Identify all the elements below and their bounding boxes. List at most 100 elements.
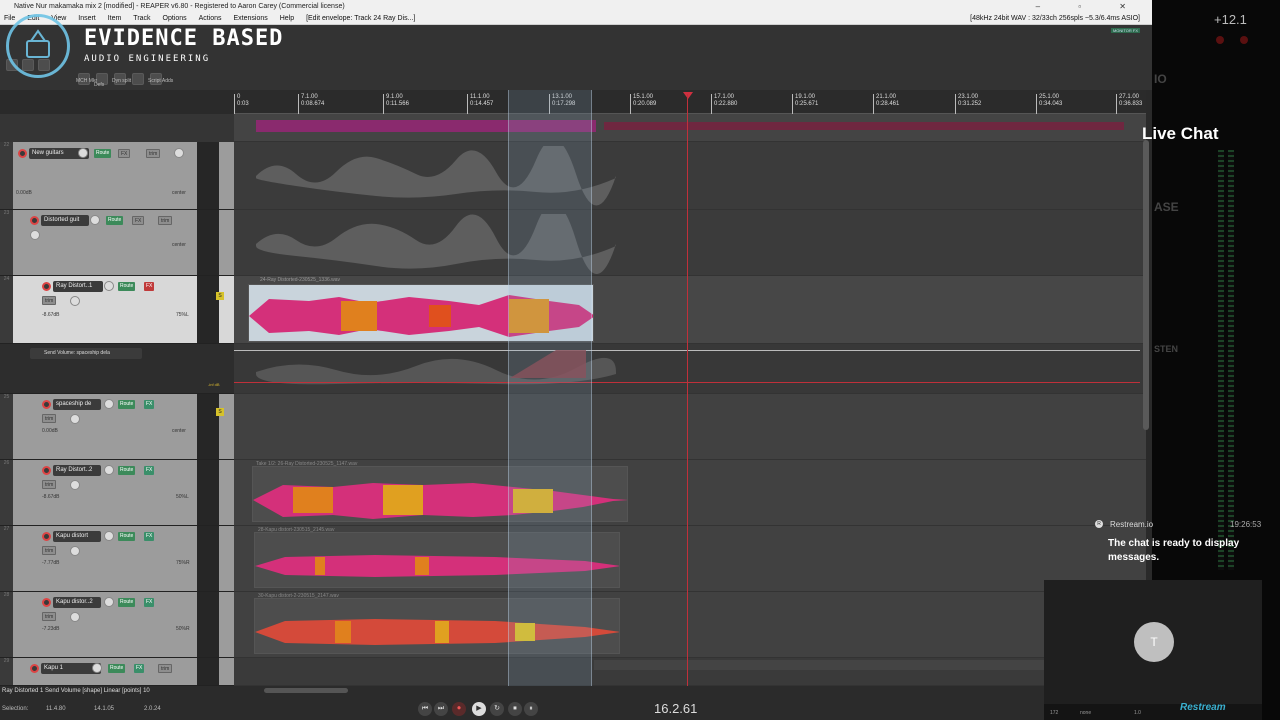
audio-status[interactable]: [48kHz 24bit WAV : 32/33ch 256spls ~5.3/… [970,13,1140,25]
time-selection[interactable] [508,90,592,686]
track-kapu-distort-2[interactable]: 28 Kapu distor..2 Route FX trim -7.23dB … [0,592,234,658]
menu-help[interactable]: Help [280,15,294,22]
pan-knob[interactable] [70,296,80,306]
lane-envelope[interactable] [234,344,1146,394]
record-arm-icon[interactable] [30,216,39,225]
record-arm-icon[interactable] [42,400,51,409]
menu-extensions[interactable]: Extensions [234,15,268,22]
vertical-scrollbar[interactable] [1143,140,1149,430]
fx-button[interactable]: FX [144,282,155,291]
menu-options[interactable]: Options [163,15,187,22]
volume-knob[interactable] [104,399,114,409]
track-new-guitars[interactable]: 22 New guitars Route FX trim 0.00dB cent… [0,142,234,210]
pan-knob[interactable] [70,546,80,556]
volume-knob[interactable] [90,215,100,225]
time-readout[interactable]: 16.2.61 [654,701,697,716]
fx-button[interactable]: FX [132,216,145,225]
monitor-fx-button[interactable]: MONITOR FX [1110,28,1140,33]
pan-knob[interactable] [70,414,80,424]
volume-knob[interactable] [104,597,114,607]
go-to-end-button[interactable]: ⏭ [434,702,448,716]
route-button[interactable]: Route [118,282,136,291]
track-name[interactable]: Ray Distort..1 [53,281,103,292]
trim-button[interactable]: trim [42,296,57,305]
track-kapu-distort[interactable]: 27 Kapu distort Route FX trim -7.77dB 75… [0,526,234,592]
selection-end[interactable]: 14.1.05 [94,706,114,712]
pan-knob[interactable] [70,612,80,622]
menu-insert[interactable]: Insert [78,15,96,22]
menu-actions[interactable]: Actions [199,15,222,22]
pan-knob[interactable] [30,230,40,240]
solo-button[interactable]: S [216,292,224,300]
lane-spaceship-delay[interactable] [234,394,1146,460]
fx-button[interactable]: FX [134,664,145,673]
menu-item[interactable]: Item [108,15,122,22]
lane-kapu-distort-2[interactable]: 30-Kapu distort-2-230515_2147.wav [234,592,1146,658]
route-button[interactable]: Route [118,598,136,607]
volume-knob[interactable] [92,663,102,673]
fx-button[interactable]: FX [144,400,155,409]
fx-button[interactable]: FX [144,532,155,541]
track-ray-distort-1[interactable]: 24 Ray Distort..1 Route FX trim -8.67dB … [0,276,234,344]
trim-button[interactable]: trim [158,216,173,225]
go-to-start-button[interactable]: ⏮ [418,702,432,716]
route-button[interactable]: Route [94,149,112,158]
track-distorted-guit[interactable]: 23 Distorted guit Route FX trim center [0,210,234,276]
record-arm-icon[interactable] [42,598,51,607]
fx-button[interactable]: FX [144,466,155,475]
route-button[interactable]: Route [118,466,136,475]
route-button[interactable]: Route [106,216,124,225]
lane-new-guitars[interactable] [234,142,1146,210]
volume-knob[interactable] [78,148,88,158]
track-name[interactable]: spaceship de [53,399,101,410]
lane-kapu-1[interactable] [234,658,1146,686]
toolbar-tool-icon[interactable] [132,73,144,85]
record-arm-icon[interactable] [18,149,27,158]
trim-button[interactable]: trim [42,612,57,621]
track-name[interactable]: Ray Distort..2 [53,465,101,476]
stop-button[interactable]: ⏹ [508,702,522,716]
trim-button[interactable]: trim [42,480,57,489]
trim-button[interactable]: trim [146,149,161,158]
fx-button[interactable]: FX [144,598,155,607]
lane-kapu-distort[interactable]: 28-Kapu distort-230515_2145.wav [234,526,1146,592]
pan-knob[interactable] [174,148,184,158]
play-button[interactable]: ▶ [472,702,486,716]
route-button[interactable]: Route [118,400,136,409]
fx-button[interactable]: FX [118,149,131,158]
lane-ray-distort-2[interactable]: Take 1/2: 26-Ray Distorted-230525_1147.w… [234,460,1146,526]
menu-track[interactable]: Track [133,15,150,22]
window-controls[interactable]: – ▫ ✕ [1036,0,1144,13]
edit-cursor-marker-icon[interactable] [683,92,693,99]
trim-button[interactable]: trim [42,414,57,423]
repeat-button[interactable]: ↻ [490,702,504,716]
volume-knob[interactable] [104,531,114,541]
record-arm-icon[interactable] [42,466,51,475]
track-ray-distort-2[interactable]: 26 Ray Distort..2 Route FX trim -8.67dB … [0,460,234,526]
envelope-lane-panel[interactable]: Send Volume: spaceship dela -inf dB [0,344,234,394]
volume-knob[interactable] [104,465,114,475]
lane-ray-distort-1[interactable]: 24-Ray Distorted-230525_1336.wav [234,276,1146,344]
arrange-view[interactable]: 24-Ray Distorted-230525_1336.wav Take 1/… [234,114,1146,686]
record-arm-icon[interactable] [42,282,51,291]
track-kapu-1[interactable]: 29 Kapu 1 Route FX trim [0,658,234,686]
envelope-name[interactable]: Send Volume: spaceship dela [30,348,142,359]
track-spaceship-delay[interactable]: 25 spaceship de Route FX trim 0.00dB cen… [0,394,234,460]
trim-button[interactable]: trim [42,546,57,555]
volume-knob[interactable] [104,281,114,291]
pause-button[interactable]: ⏸ [524,702,538,716]
record-arm-icon[interactable] [30,664,39,673]
trim-button[interactable]: trim [158,664,173,673]
record-button[interactable]: ⏺ [452,702,466,716]
solo-button[interactable]: S [216,408,224,416]
track-name[interactable]: Distorted guit [41,215,89,226]
track-name[interactable]: Kapu distor..2 [53,597,101,608]
route-button[interactable]: Route [118,532,136,541]
track-name[interactable]: Kapu distort [53,531,101,542]
selection-start[interactable]: 11.4.80 [46,706,66,712]
lane-distorted-guit[interactable] [234,210,1146,276]
record-arm-icon[interactable] [42,532,51,541]
route-button[interactable]: Route [108,664,126,673]
pan-knob[interactable] [70,480,80,490]
horizontal-scrollbar[interactable] [264,688,348,693]
